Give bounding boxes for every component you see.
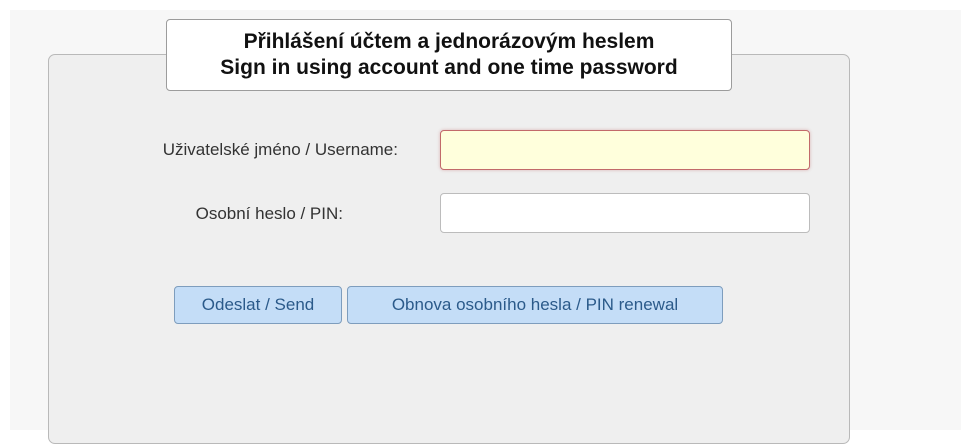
legend-title-english: Sign in using account and one time passw…: [220, 56, 678, 79]
username-label: Uživatelské jméno / Username:: [162, 140, 398, 159]
pin-label: Osobní heslo / PIN:: [195, 204, 343, 223]
username-input[interactable]: [440, 130, 810, 170]
pin-input[interactable]: [440, 193, 810, 233]
send-button[interactable]: Odeslat / Send: [174, 286, 342, 324]
login-legend: Přihlášení účtem a jednorázovým heslem S…: [166, 19, 732, 91]
legend-title-czech: Přihlášení účtem a jednorázovým heslem: [243, 30, 655, 53]
pin-renewal-button[interactable]: Obnova osobního hesla / PIN renewal: [347, 286, 723, 324]
login-fieldset: [48, 54, 850, 444]
